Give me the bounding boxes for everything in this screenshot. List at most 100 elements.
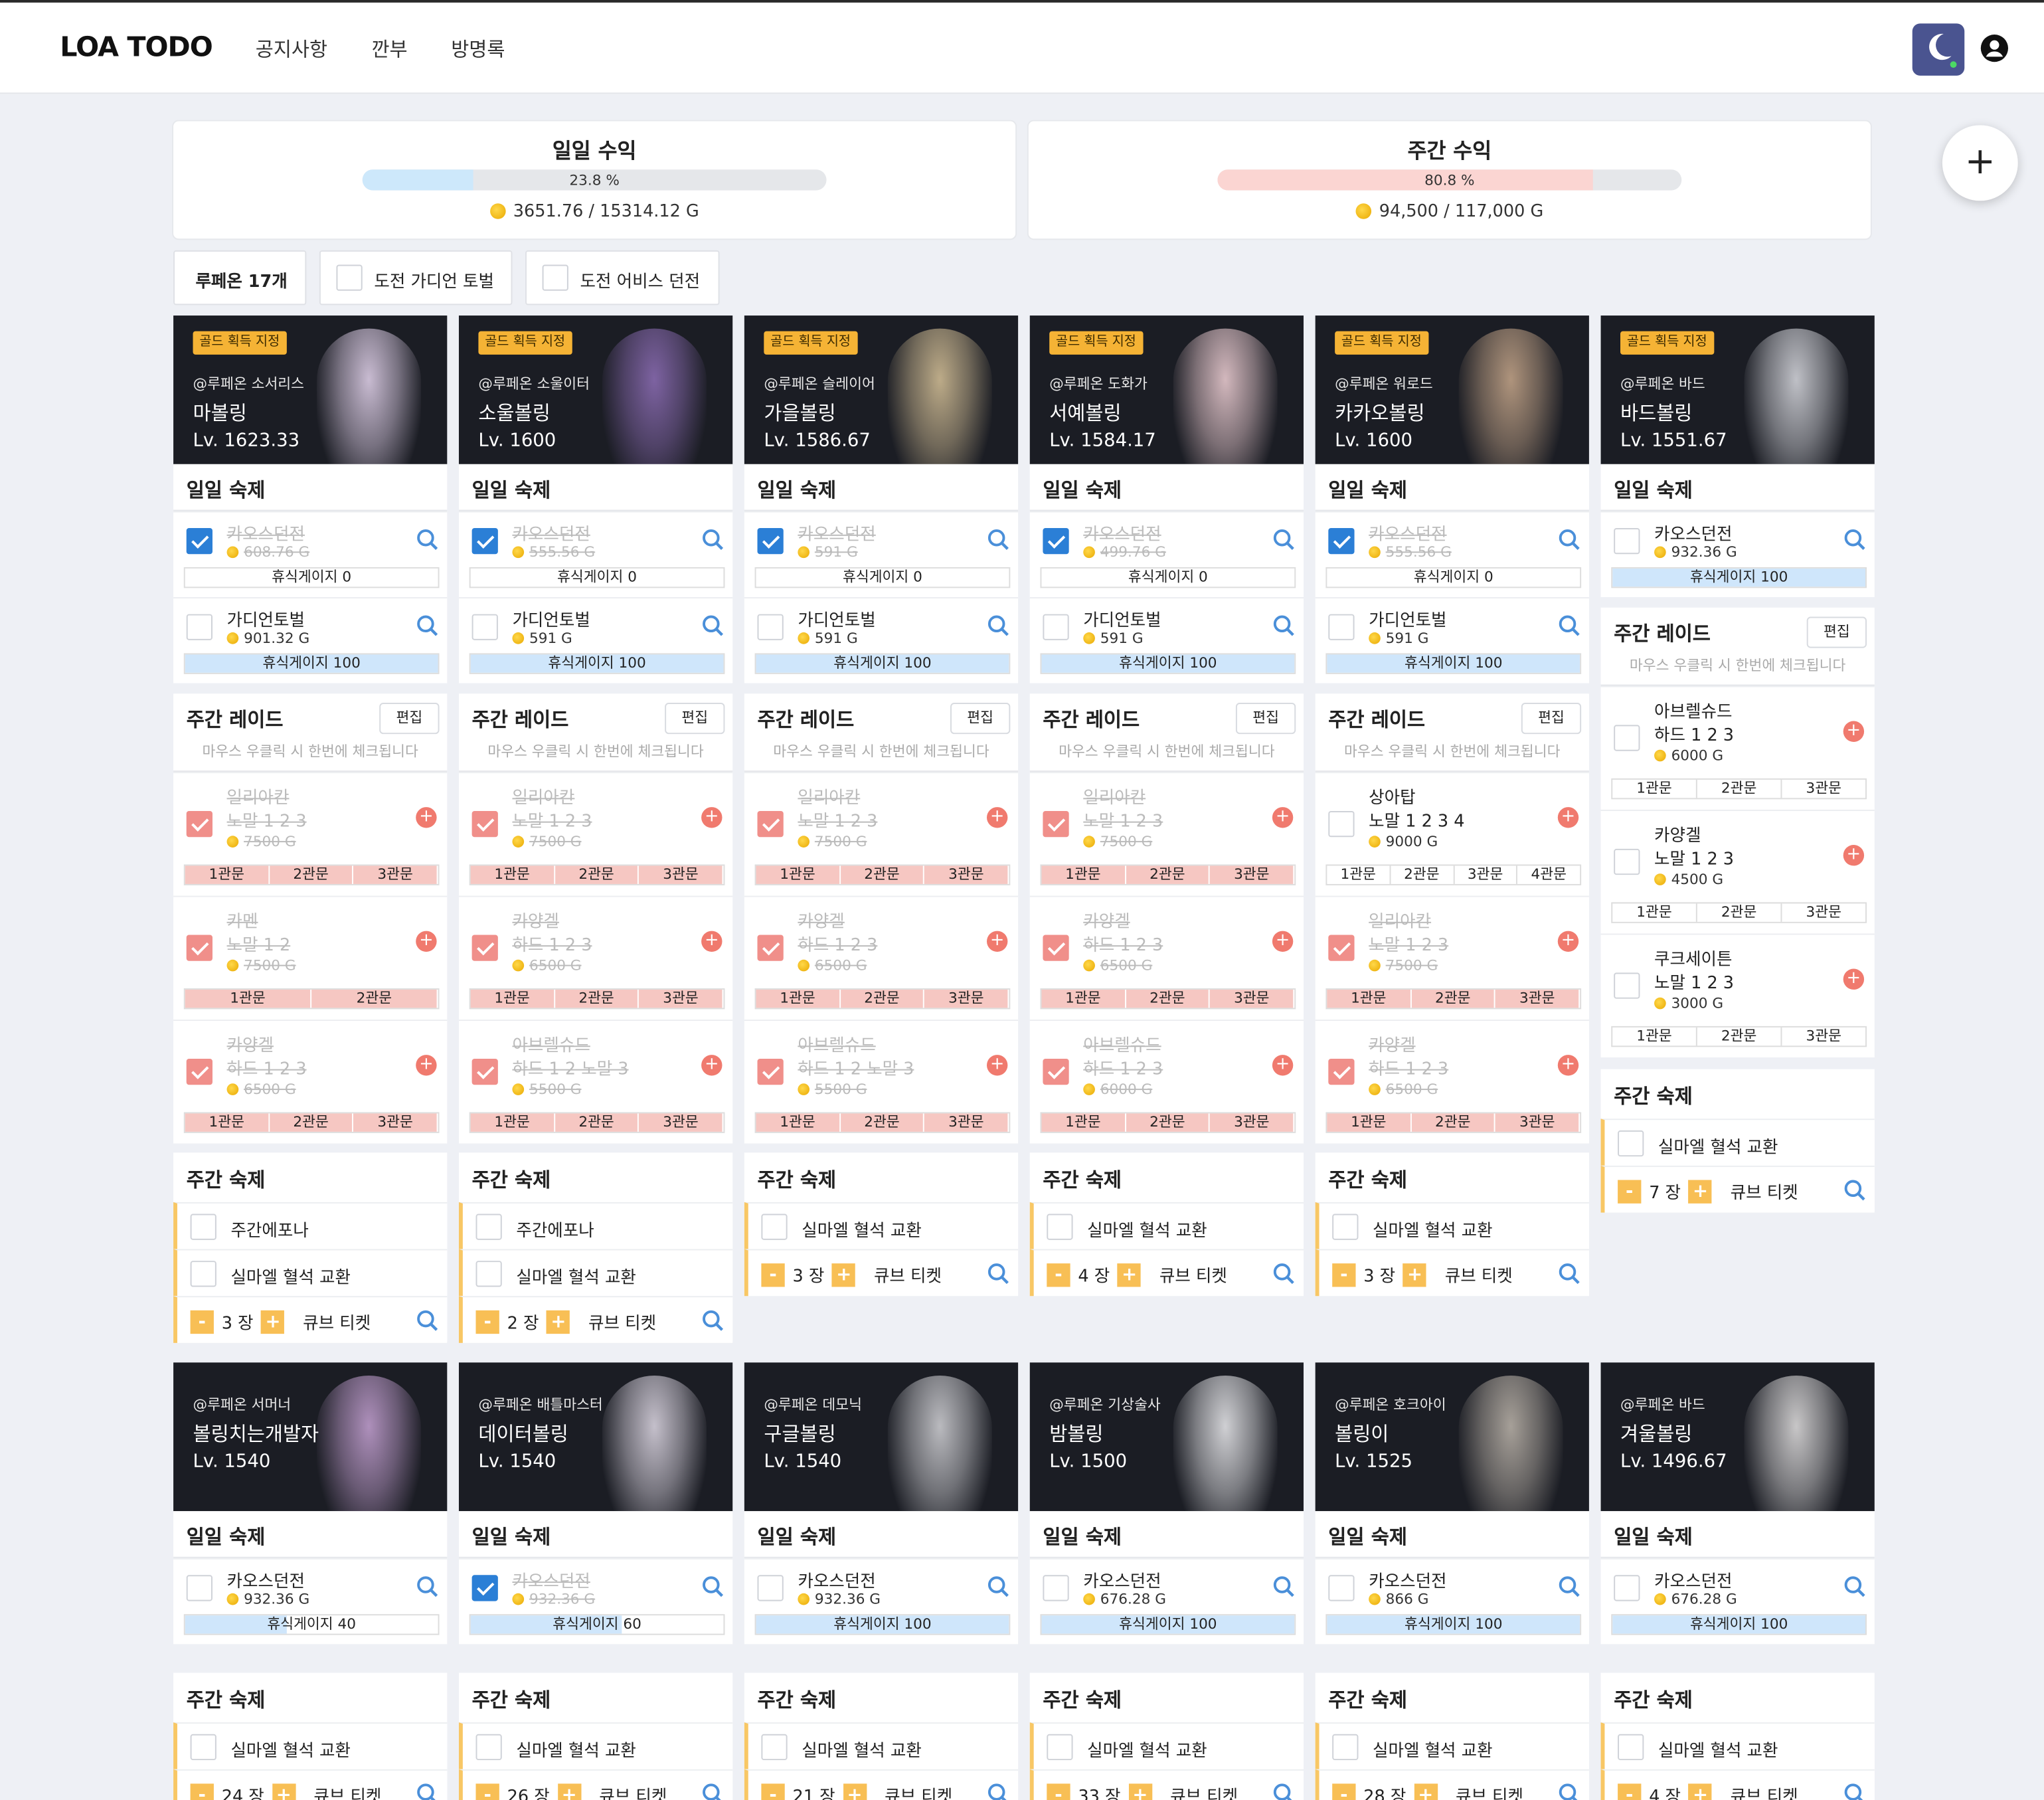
- daily-task-item[interactable]: 카오스던전 676.28 G 휴식게이지 100: [1029, 1558, 1304, 1645]
- search-icon[interactable]: [987, 1782, 1010, 1800]
- plus-button[interactable]: +: [547, 1309, 570, 1334]
- weekly-task[interactable]: 실마엘 혈석 교환: [1029, 1722, 1304, 1769]
- logo[interactable]: LOA TODO: [60, 31, 213, 62]
- daily-task-item[interactable]: 카오스던전 932.36 G 휴식게이지 40: [173, 1558, 448, 1645]
- add-gate-icon[interactable]: +: [1272, 807, 1294, 828]
- add-gate-icon[interactable]: +: [986, 1055, 1008, 1076]
- search-icon[interactable]: [1843, 528, 1867, 551]
- raid-item[interactable]: 카멘 노말 1 2 7500 G +1관문 2관문: [173, 895, 448, 1020]
- search-icon[interactable]: [416, 1782, 439, 1800]
- raid-gate[interactable]: 1관문: [1612, 779, 1697, 798]
- raid-gate[interactable]: 2관문: [1411, 1113, 1496, 1132]
- search-icon[interactable]: [701, 1782, 724, 1800]
- weekly-task-checkbox[interactable]: [1332, 1734, 1359, 1761]
- minus-button[interactable]: -: [1618, 1179, 1642, 1203]
- minus-button[interactable]: -: [761, 1263, 785, 1287]
- raid-item[interactable]: 일리아칸 노말 1 2 3 7500 G +1관문 2관문 3관문: [1315, 895, 1589, 1020]
- raid-gate[interactable]: 1관문: [1041, 865, 1126, 884]
- raid-checkbox[interactable]: [471, 810, 498, 838]
- raid-item[interactable]: 쿠크세이튼 노말 1 2 3 3000 G +1관문 2관문 3관문: [1600, 933, 1875, 1057]
- raid-checkbox[interactable]: [1328, 810, 1355, 838]
- raid-gate[interactable]: 3관문: [1495, 1113, 1580, 1132]
- edit-button[interactable]: 편집: [1521, 703, 1582, 735]
- daily-task-item[interactable]: 카오스던전 866 G 휴식게이지 100: [1315, 1558, 1589, 1645]
- search-icon[interactable]: [701, 1575, 724, 1598]
- nav-guestbook[interactable]: 방명록: [451, 35, 505, 62]
- raid-gate[interactable]: 2관문: [269, 1113, 354, 1132]
- raid-gate[interactable]: 1관문: [470, 865, 555, 884]
- weekly-task[interactable]: 실마엘 혈석 교환: [1315, 1202, 1589, 1249]
- raid-item[interactable]: 카양겔 하드 1 2 3 6500 G +1관문 2관문 3관문: [744, 895, 1019, 1020]
- weekly-task[interactable]: 실마엘 혈석 교환: [1600, 1722, 1875, 1769]
- plus-button[interactable]: +: [1403, 1263, 1427, 1287]
- weekly-task-checkbox[interactable]: [190, 1214, 216, 1240]
- weekly-task-checkbox[interactable]: [761, 1214, 788, 1240]
- daily-task-checkbox[interactable]: [471, 528, 498, 555]
- minus-button[interactable]: -: [1047, 1263, 1070, 1287]
- search-icon[interactable]: [1843, 1782, 1867, 1800]
- character-banner[interactable]: @루페온 바드 겨울볼링 Lv. 1496.67: [1600, 1362, 1875, 1512]
- guardian-checkbox[interactable]: [1328, 614, 1355, 640]
- raid-item[interactable]: 일리아칸 노말 1 2 3 7500 G +1관문 2관문 3관문: [173, 772, 448, 896]
- weekly-task-checkbox[interactable]: [475, 1214, 502, 1240]
- weekly-task[interactable]: 실마엘 혈석 교환: [458, 1722, 733, 1769]
- raid-gate[interactable]: 1관문: [1041, 989, 1126, 1008]
- raid-item[interactable]: 카양겔 하드 1 2 3 6500 G +1관문 2관문 3관문: [1315, 1020, 1589, 1144]
- raid-gate[interactable]: 2관문: [1391, 865, 1454, 884]
- raid-checkbox[interactable]: [1614, 848, 1640, 875]
- weekly-task-checkbox[interactable]: [1047, 1214, 1073, 1240]
- raid-checkbox[interactable]: [471, 1058, 498, 1085]
- raid-item[interactable]: 상아탑 노말 1 2 3 4 9000 G +1관문 2관문 3관문 4관문: [1315, 772, 1589, 896]
- raid-gate[interactable]: 2관문: [840, 865, 925, 884]
- raid-checkbox[interactable]: [1614, 725, 1640, 751]
- daily-task-item[interactable]: 카오스던전 932.36 G 휴식게이지 60: [458, 1558, 733, 1645]
- weekly-task-checkbox[interactable]: [190, 1261, 216, 1287]
- search-icon[interactable]: [1272, 528, 1296, 551]
- raid-item[interactable]: 일리아칸 노말 1 2 3 7500 G +1관문 2관문 3관문: [744, 772, 1019, 896]
- search-icon[interactable]: [1843, 1575, 1867, 1598]
- raid-checkbox[interactable]: [757, 935, 784, 961]
- search-icon[interactable]: [701, 1309, 724, 1332]
- daily-task-checkbox[interactable]: [1328, 528, 1355, 555]
- raid-gate[interactable]: 3관문: [924, 989, 1009, 1008]
- daily-task-checkbox[interactable]: [471, 1575, 498, 1601]
- search-icon[interactable]: [987, 528, 1010, 551]
- raid-gate[interactable]: 3관문: [1782, 903, 1865, 921]
- guardian-checkbox[interactable]: [186, 614, 213, 640]
- raid-checkbox[interactable]: [1614, 972, 1640, 999]
- raid-gate[interactable]: 1관문: [470, 1113, 555, 1132]
- search-icon[interactable]: [1558, 614, 1581, 638]
- add-gate-icon[interactable]: +: [1557, 931, 1579, 952]
- daily-task-checkbox[interactable]: [757, 1575, 784, 1601]
- add-button[interactable]: +: [1942, 125, 2018, 201]
- weekly-task[interactable]: 주간에포나: [173, 1202, 448, 1249]
- minus-button[interactable]: -: [1332, 1263, 1356, 1287]
- raid-gate[interactable]: 3관문: [1210, 865, 1295, 884]
- weekly-task-checkbox[interactable]: [475, 1261, 502, 1287]
- raid-gate[interactable]: 1관문: [1327, 989, 1412, 1008]
- raid-checkbox[interactable]: [1043, 935, 1069, 961]
- plus-button[interactable]: +: [272, 1783, 296, 1800]
- raid-gate[interactable]: 2관문: [1697, 1027, 1782, 1046]
- plus-button[interactable]: +: [1118, 1263, 1142, 1287]
- raid-gate[interactable]: 3관문: [1495, 989, 1580, 1008]
- minus-button[interactable]: -: [475, 1309, 499, 1334]
- plus-button[interactable]: +: [1128, 1783, 1152, 1800]
- search-icon[interactable]: [1272, 614, 1296, 638]
- daily-task-item[interactable]: 카오스던전 499.76 G 휴식게이지 0: [1029, 511, 1304, 598]
- search-icon[interactable]: [416, 614, 439, 638]
- character-banner[interactable]: 골드 획득 지정 @루페온 소서리스 마볼링 Lv. 1623.33: [173, 315, 448, 464]
- character-banner[interactable]: 골드 획득 지정 @루페온 슬레이어 가을볼링 Lv. 1586.67: [744, 315, 1019, 464]
- character-banner[interactable]: @루페온 데모닉 구글볼링 Lv. 1540: [744, 1362, 1019, 1512]
- daily-task-checkbox[interactable]: [186, 528, 213, 555]
- raid-checkbox[interactable]: [1043, 810, 1069, 838]
- plus-button[interactable]: +: [1414, 1783, 1438, 1800]
- raid-gate[interactable]: 2관문: [554, 989, 639, 1008]
- search-icon[interactable]: [416, 1309, 439, 1332]
- character-banner[interactable]: 골드 획득 지정 @루페온 워로드 카카오볼링 Lv. 1600: [1315, 315, 1589, 464]
- raid-gate[interactable]: 2관문: [1126, 865, 1211, 884]
- nav-friends[interactable]: 깐부: [371, 35, 407, 62]
- daily-task-item[interactable]: 카오스던전 676.28 G 휴식게이지 100: [1600, 1558, 1875, 1645]
- raid-gate[interactable]: 2관문: [1411, 989, 1496, 1008]
- daily-task-checkbox[interactable]: [1614, 1575, 1640, 1601]
